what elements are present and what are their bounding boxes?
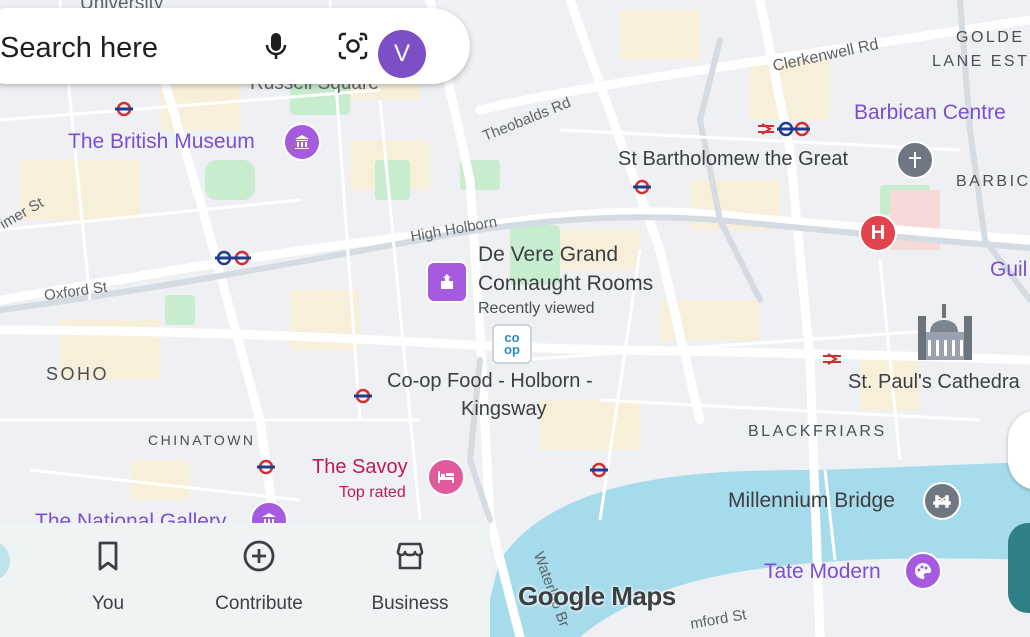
microphone-icon[interactable] <box>258 28 294 64</box>
lens-camera-icon[interactable] <box>335 28 371 64</box>
nav-you[interactable]: You <box>48 523 168 637</box>
savoy-label[interactable]: The Savoy <box>312 457 408 477</box>
golden-lane-label-1: GOLDE <box>956 29 1025 46</box>
underground-icon[interactable] <box>114 101 134 117</box>
underground-icon[interactable] <box>589 462 609 478</box>
british-museum-label[interactable]: The British Museum <box>68 131 255 152</box>
rail-icon[interactable] <box>822 351 842 367</box>
de-vere-label-2[interactable]: Connaught Rooms <box>478 273 653 294</box>
underground-icon[interactable] <box>632 179 652 195</box>
soho-label: SOHO <box>46 364 110 384</box>
bookmark-icon <box>98 541 118 571</box>
church-icon[interactable] <box>896 141 934 179</box>
golden-lane-label-2: LANE EST <box>932 53 1030 70</box>
add-circle-icon <box>243 540 275 572</box>
museum-icon[interactable] <box>283 123 321 161</box>
directions-button[interactable] <box>1008 523 1030 613</box>
avatar[interactable]: V <box>378 30 426 78</box>
gallery-icon[interactable] <box>904 552 942 590</box>
millennium-bridge-label[interactable]: Millennium Bridge <box>728 490 895 511</box>
nav-contribute-label: Contribute <box>215 593 303 614</box>
nav-you-label: You <box>91 593 125 614</box>
storefront-icon <box>396 542 424 570</box>
coop-food-label-2[interactable]: Kingsway <box>461 399 547 419</box>
top-rated-label: Top rated <box>339 484 406 501</box>
nav-contribute[interactable]: Contribute <box>199 523 319 637</box>
coop-food-label-1[interactable]: Co-op Food - Holborn - <box>387 371 593 391</box>
barbican-centre-label[interactable]: Barbican Centre <box>854 102 1006 123</box>
st-bartholomew-label[interactable]: St Bartholomew the Great <box>618 149 848 169</box>
st-pauls-label[interactable]: St. Paul's Cathedra <box>848 372 1020 392</box>
blackfriars-label: BLACKFRIARS <box>748 423 887 440</box>
rail-underground-icon[interactable] <box>757 121 811 137</box>
de-vere-label-1[interactable]: De Vere Grand <box>478 244 618 265</box>
explore-tab-indicator[interactable] <box>0 541 10 581</box>
cathedral-icon[interactable] <box>914 298 974 362</box>
venue-icon[interactable] <box>426 261 468 303</box>
nav-business[interactable]: Business <box>350 523 470 637</box>
coop-logo-text-bottom: op <box>504 342 520 357</box>
bottom-nav: You Contribute Business <box>0 523 490 637</box>
hospital-icon[interactable]: H <box>859 214 897 252</box>
guildhall-label[interactable]: Guil <box>990 259 1027 280</box>
recently-viewed-label: Recently viewed <box>478 300 595 317</box>
coop-logo-icon[interactable]: co op <box>492 324 532 364</box>
tate-modern-label[interactable]: Tate Modern <box>764 561 881 582</box>
nav-business-label: Business <box>371 593 449 614</box>
barbican-area-label: BARBIC <box>956 173 1030 190</box>
hotel-icon[interactable] <box>427 458 465 496</box>
search-input[interactable]: Search here <box>0 32 158 65</box>
search-bar[interactable]: Search here V <box>0 8 470 84</box>
google-maps-logo: Google Maps <box>518 581 676 611</box>
bridge-icon[interactable] <box>923 482 961 520</box>
underground-icon-pair[interactable] <box>214 250 254 266</box>
underground-icon[interactable] <box>256 459 276 475</box>
underground-icon[interactable] <box>353 388 373 404</box>
chinatown-label: CHINATOWN <box>148 432 256 448</box>
